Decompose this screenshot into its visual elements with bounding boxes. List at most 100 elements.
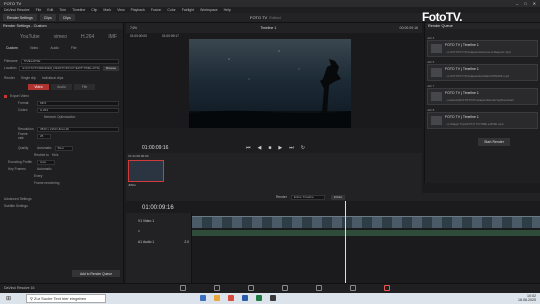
deliver-page-icon[interactable]: [384, 285, 390, 291]
close-icon[interactable]: ✕: [533, 1, 536, 6]
excel-icon[interactable]: [256, 295, 262, 301]
preset-h264[interactable]: H.264: [81, 34, 94, 40]
menu-item[interactable]: Clip: [91, 8, 97, 12]
render-job[interactable]: Job 4 FOTO TV | Timeline 1 ...G:\FOTO\TV\T…: [427, 36, 538, 57]
browse-button[interactable]: Browse: [102, 65, 119, 71]
project-name: FOTO TV: [250, 15, 268, 20]
clip-thumbnail[interactable]: [128, 160, 164, 182]
track-v1[interactable]: V1 Video 1: [126, 216, 191, 225]
menu-item[interactable]: Playback: [131, 8, 145, 12]
zoom-level[interactable]: 74%: [130, 26, 137, 30]
keyframes-auto-radio[interactable]: Automatic: [37, 167, 52, 171]
menu-item[interactable]: Color: [167, 8, 175, 12]
timeline-select[interactable]: Timeline 1: [260, 26, 276, 30]
clips-button[interactable]: Clips: [39, 14, 56, 21]
subtitle-settings[interactable]: Subtitle Settings: [4, 203, 119, 209]
tab-audio-preset[interactable]: Audio: [50, 46, 59, 50]
toggle-file[interactable]: File: [74, 84, 95, 90]
settings-toggle: Video Audio File: [28, 84, 95, 90]
word-icon[interactable]: [242, 295, 248, 301]
location-input[interactable]: E:\FOTOTV\RENDER_DESKTOP\OUT\EDIT\TIMELA…: [19, 65, 100, 71]
format-presets: YouTube vimeo H.264 IMF: [0, 29, 123, 45]
codec-select[interactable]: H.264: [37, 107, 119, 113]
in-out-button[interactable]: In/Out: [330, 194, 345, 200]
menu-item[interactable]: Trim: [59, 8, 66, 12]
video-clip[interactable]: [192, 216, 540, 228]
menu-item[interactable]: Mark: [103, 8, 111, 12]
chrome-icon[interactable]: [228, 295, 234, 301]
start-render-button[interactable]: Start Render: [478, 138, 510, 146]
menu-item[interactable]: Workspace: [200, 8, 217, 12]
preset-imf[interactable]: IMF: [108, 34, 117, 40]
menu-item[interactable]: View: [117, 8, 125, 12]
maximize-icon[interactable]: □: [524, 1, 526, 6]
taskbar-search[interactable]: ⚲ Zur Suche Text hier eingeben: [26, 294, 106, 303]
menu-item[interactable]: Fusion: [151, 8, 162, 12]
network-optimization[interactable]: Network Optimization: [44, 115, 75, 119]
quality-row: Quality Automatic Best: [4, 145, 119, 151]
color-page-icon[interactable]: [316, 285, 322, 291]
single-clip-radio[interactable]: Single clip: [21, 76, 36, 80]
playhead[interactable]: [345, 201, 346, 283]
menu-item[interactable]: DaVinci Resolve: [4, 8, 30, 12]
render-job[interactable]: Job 5 FOTO TV | Timeline 1 ...G:\FOTO\TV\T…: [427, 60, 538, 81]
media-page-icon[interactable]: [180, 285, 186, 291]
fairlight-page-icon[interactable]: [350, 285, 356, 291]
quality-select[interactable]: Best: [54, 145, 73, 151]
tab-video-preset[interactable]: Video: [30, 46, 39, 50]
lock-icon[interactable]: □: [138, 229, 140, 233]
audio-clip[interactable]: [192, 230, 540, 236]
tab-custom[interactable]: Custom: [6, 46, 18, 50]
frame-reordering-checkbox[interactable]: Frame reordering: [34, 181, 59, 185]
filename-row: Filename TIMELAPSE: [4, 58, 119, 64]
minimize-icon[interactable]: –: [516, 1, 518, 6]
skip-back-icon[interactable]: ⏮: [246, 145, 251, 151]
preset-vimeo[interactable]: vimeo: [54, 34, 67, 40]
job-id: Job 5: [427, 60, 435, 64]
windows-start-icon[interactable]: ⊞: [6, 295, 11, 302]
folder-icon[interactable]: [214, 295, 220, 301]
track-a1[interactable]: A1 Audio 1 2.0: [126, 237, 191, 246]
project-state: Edited: [269, 15, 281, 20]
add-to-render-queue-button[interactable]: Add to Render Queue: [72, 270, 120, 277]
encoding-select[interactable]: Auto: [37, 159, 55, 165]
play-icon[interactable]: ▶: [278, 145, 282, 151]
every-radio[interactable]: Every: [34, 174, 42, 178]
menu-item[interactable]: Timeline: [72, 8, 85, 12]
source-tc: 01:00:00:00: [130, 34, 147, 38]
clips-button-2[interactable]: Clips: [58, 14, 75, 21]
toggle-audio[interactable]: Audio: [51, 84, 72, 90]
framerate-select[interactable]: 25: [37, 133, 51, 139]
fusion-page-icon[interactable]: [282, 285, 288, 291]
job-path: ...\videoclip\FOTOTV\Timelapse\Rendering…: [445, 98, 514, 102]
menu-item[interactable]: File: [36, 8, 42, 12]
video-preview[interactable]: [189, 39, 351, 129]
filename-input[interactable]: TIMELAPSE: [20, 58, 119, 64]
preset-youtube[interactable]: YouTube: [20, 34, 40, 40]
tab-file-preset[interactable]: File: [71, 46, 76, 50]
skip-forward-icon[interactable]: ⏭: [289, 145, 294, 151]
stop-icon[interactable]: ■: [268, 145, 271, 151]
quality-auto-radio[interactable]: Automatic: [37, 146, 52, 150]
clock-date: 16.06.2020: [518, 298, 536, 302]
resolution-select[interactable]: 3840 x 2160 Ultra HD: [37, 126, 119, 132]
export-video-checkbox[interactable]: [4, 94, 7, 98]
loop-icon[interactable]: ↻: [301, 145, 305, 151]
render-settings-button[interactable]: Render Settings: [3, 14, 37, 21]
edit-page-icon[interactable]: [248, 285, 254, 291]
menu-item[interactable]: Help: [224, 8, 231, 12]
render-job[interactable]: Job 8 FOTO TV | Timeline 1 ...G:\Magic Tri…: [427, 108, 538, 129]
restrict-radio[interactable]: Restrict to: [34, 153, 49, 157]
play-reverse-icon[interactable]: ◀: [258, 145, 262, 151]
resolve-icon[interactable]: [270, 295, 276, 301]
toggle-video[interactable]: Video: [28, 84, 49, 90]
individual-clips-radio[interactable]: Individual clips: [42, 76, 63, 80]
format-select[interactable]: MP4: [37, 100, 119, 106]
menu-item[interactable]: Edit: [47, 8, 53, 12]
advanced-settings[interactable]: Advanced Settings: [4, 196, 119, 202]
app-icon[interactable]: [200, 295, 206, 301]
cut-page-icon[interactable]: [214, 285, 220, 291]
menu-item[interactable]: Fairlight: [182, 8, 194, 12]
render-range-select[interactable]: Entire Timeline: [290, 194, 325, 200]
render-job[interactable]: Job 7 FOTO TV | Timeline 1 ...\videoclip\F…: [427, 84, 538, 105]
